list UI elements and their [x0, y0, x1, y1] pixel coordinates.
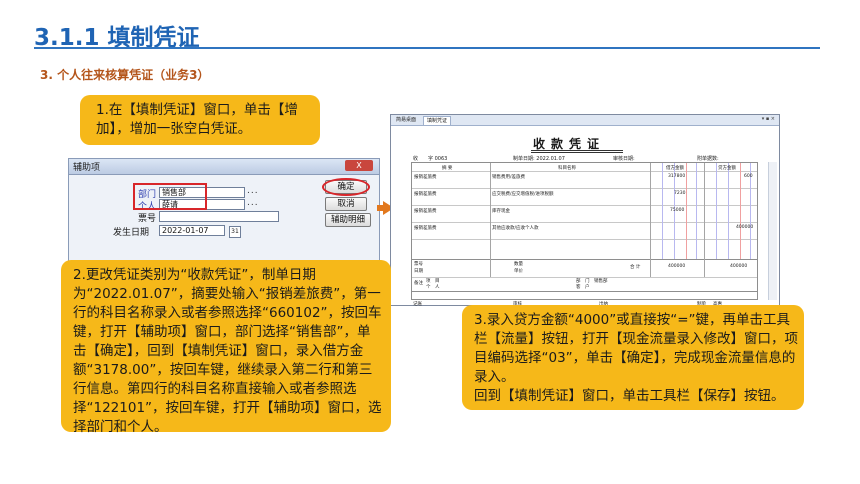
ticket-field[interactable]	[159, 211, 279, 222]
title-divider	[34, 47, 820, 49]
voucher-type-no[interactable]: 收 字 0063	[413, 155, 447, 162]
tab-desktop[interactable]: 简易桌面	[393, 116, 419, 124]
cancel-button[interactable]: 取消	[325, 197, 367, 211]
grid-line	[704, 163, 705, 277]
row-subject[interactable]: 销售费用/差旅费	[492, 174, 525, 180]
row-summary[interactable]: 报销差旅费	[414, 208, 437, 214]
title-underline	[531, 152, 623, 153]
customer-label: 客 户	[576, 285, 590, 290]
step3-text: 3.录入贷方金额“4000”或直接按“=”键，再单击工具栏【流量】按钮，打开【现…	[474, 312, 798, 385]
header-debit: 借方金额	[666, 166, 684, 171]
row-summary[interactable]: 报销差旅费	[414, 225, 437, 231]
title-underline	[531, 150, 623, 151]
calendar-icon[interactable]: 31	[229, 226, 241, 238]
ticket-label: 票号	[414, 262, 423, 267]
bookkeeper-label: 记账	[413, 302, 422, 307]
step3-callout: 3.录入贷方金额“4000”或直接按“=”键，再单击工具栏【流量】按钮，打开【现…	[462, 305, 804, 410]
grid-line	[412, 171, 757, 172]
grid-line	[412, 291, 757, 292]
row-credit[interactable]: 400000	[736, 225, 753, 230]
header-summary: 摘 要	[442, 166, 453, 171]
row-debit[interactable]: 7230	[674, 191, 685, 196]
voucher-window: 简易桌面 填制凭证 ▾ ▪ × 收款凭证 收 字 0063 制单日期: 2022…	[390, 114, 780, 307]
total-label: 合 计	[630, 265, 641, 270]
grid-line	[740, 163, 741, 259]
voucher-attachments[interactable]: 附单据数:	[697, 155, 719, 162]
grid-line	[412, 239, 757, 240]
window-controls[interactable]: ▾ ▪ ×	[762, 116, 775, 122]
grid-line	[686, 163, 687, 259]
row-credit[interactable]: 600	[744, 174, 753, 179]
qty-label: 数量	[514, 262, 523, 267]
voucher-date[interactable]: 制单日期: 2022.01.07	[513, 155, 565, 162]
ticket-label: 票号	[138, 214, 157, 224]
dept-browse-button[interactable]: ...	[247, 186, 259, 196]
vertical-scrollbar[interactable]	[768, 162, 777, 300]
grid-line	[412, 188, 757, 189]
grid-line	[412, 222, 757, 223]
voucher-tabbar: 简易桌面 填制凭证 ▾ ▪ ×	[391, 115, 779, 126]
aux-detail-button[interactable]: 辅助明细	[325, 213, 371, 227]
section-subtitle: 3. 个人往来核算凭证（业务3）	[40, 68, 210, 82]
step3-text-save: 回到【填制凭证】窗口，单击工具栏【保存】按钮。	[474, 388, 785, 404]
grid-line	[662, 163, 663, 259]
voucher-grid: 摘 要 科目名称 借方金额 贷方金额 报销差旅费 销售费用/差旅费 317800…	[411, 162, 758, 300]
grid-line	[490, 163, 491, 277]
voucher-audit-date: 审核日期:	[613, 156, 635, 162]
highlight-ring	[322, 178, 370, 196]
row-debit[interactable]: 75000	[670, 208, 684, 213]
highlight-frame	[133, 183, 207, 210]
person-browse-button[interactable]: ...	[247, 198, 259, 208]
tab-fill-voucher[interactable]: 填制凭证	[423, 116, 452, 125]
total-credit: 400000	[730, 264, 748, 269]
grid-line	[728, 163, 729, 259]
row-debit[interactable]: 317800	[668, 174, 685, 179]
remark-label: 备注	[414, 281, 423, 286]
grid-line	[412, 205, 757, 206]
date-label: 日期	[414, 269, 423, 274]
grid-line	[650, 163, 651, 277]
grid-line	[696, 163, 697, 259]
grid-line	[716, 163, 717, 259]
row-summary[interactable]: 报销差旅费	[414, 191, 437, 197]
row-subject[interactable]: 应交税费/应交增值税/进项税额	[492, 191, 554, 197]
close-icon[interactable]: X	[345, 160, 373, 171]
step1-callout: 1.在【填制凭证】窗口，单击【增加】，增加一张空白凭证。	[80, 95, 320, 145]
unit-price-label: 单价	[514, 269, 523, 274]
header-credit: 贷方金额	[718, 166, 736, 171]
date-label: 发生日期	[113, 228, 150, 238]
date-field[interactable]: 2022-01-07	[159, 225, 225, 236]
total-debit: 400000	[668, 264, 686, 269]
step2-callout: 2.更改凭证类别为“收款凭证”，制单日期为“2022.01.07”，摘要处输入“…	[61, 260, 391, 435]
row-subject[interactable]: 库存现金	[492, 208, 510, 214]
row-subject[interactable]: 其他应收款/应收个人款	[492, 225, 539, 231]
row-summary[interactable]: 报销差旅费	[414, 174, 437, 180]
aux-dialog-titlebar: 辅助项 X	[69, 159, 379, 175]
aux-item-dialog: 辅助项 X 部门 销售部 ... 个人 薛请 ... 票号 发生日期 2022-…	[68, 158, 380, 270]
grid-line	[412, 259, 757, 260]
header-subject: 科目名称	[558, 166, 576, 171]
aux-dialog-title: 辅助项	[73, 163, 101, 173]
person-label: 个 人	[426, 285, 440, 290]
